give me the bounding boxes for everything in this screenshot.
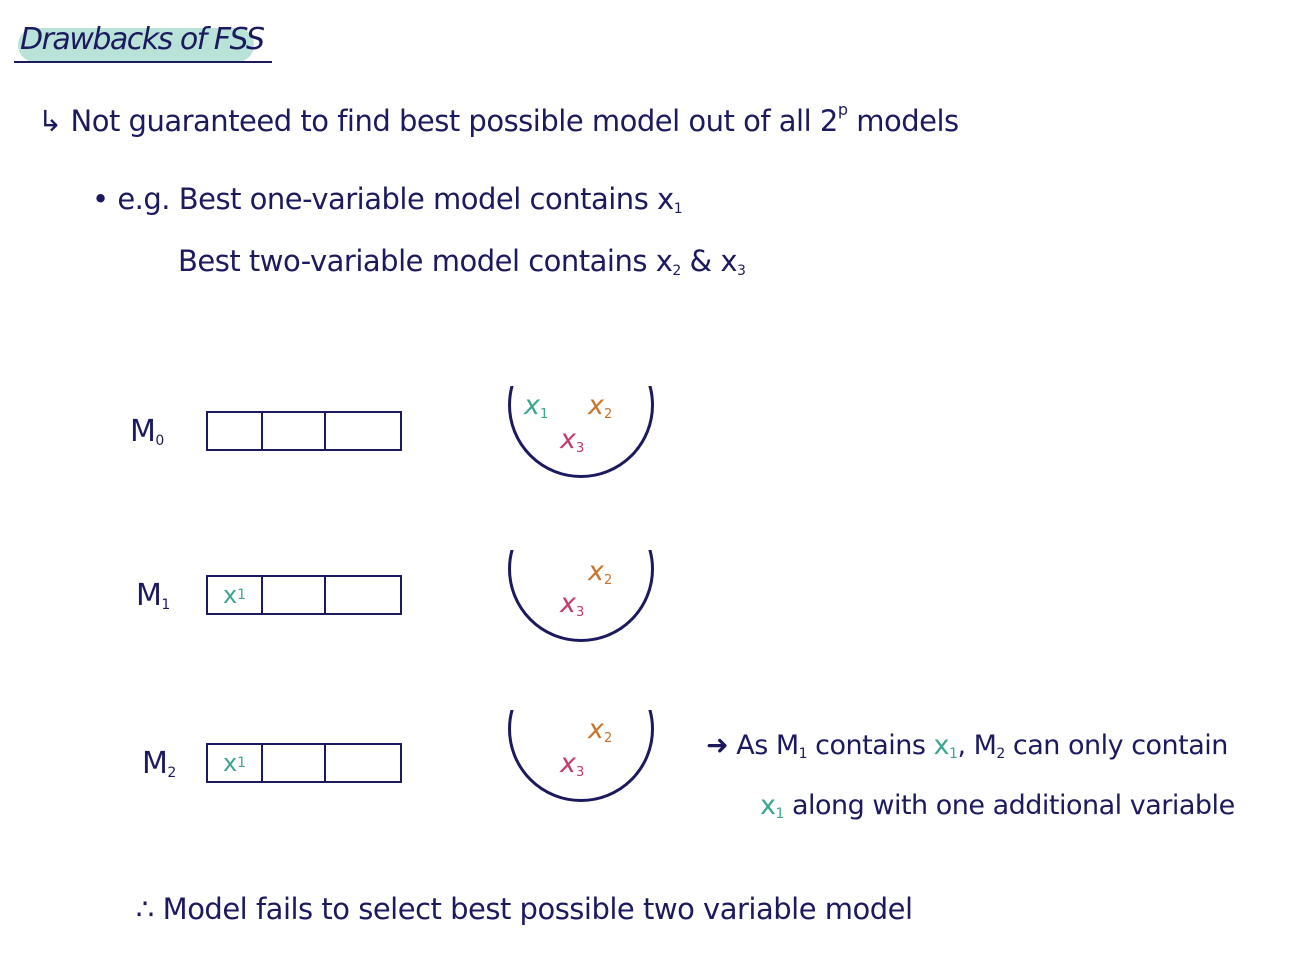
model-box-m1: x1: [206, 575, 402, 615]
model-box-cell: [263, 413, 326, 449]
page-title: Drawbacks of FSS: [14, 22, 272, 63]
note-line-1: ➜ As M1 contains x1, M2 can only contain: [706, 730, 1228, 762]
example-line2-sub-b: 3: [737, 263, 746, 279]
pool-var-x1: x1: [524, 390, 549, 422]
model-label-m1: M1: [136, 578, 170, 613]
pool-var-x2: x2: [588, 556, 613, 588]
pool-var-x3: x3: [560, 424, 585, 456]
model-box-cell-x1: x1: [208, 577, 263, 613]
title-block: Drawbacks of FSS: [14, 22, 272, 63]
model-box-cell: [208, 413, 263, 449]
model-label-m2: M2: [142, 746, 176, 781]
example-line2-sub-a: 2: [672, 263, 681, 279]
conclusion-text: Model fails to select best possible two …: [153, 892, 913, 926]
example-line1-sub: 1: [673, 201, 683, 217]
drawback-text-end: models: [847, 104, 959, 138]
model-box-cell-x1: x1: [208, 745, 263, 781]
arrow-right-icon: ➜: [706, 730, 729, 761]
example-line-2: Best two-variable model contains x2 & x3: [178, 244, 746, 279]
note-line-2: x1 along with one additional variable: [760, 790, 1235, 822]
model-box-m0: [206, 411, 402, 451]
drawback-text: Not guaranteed to find best possible mod…: [70, 104, 839, 138]
drawback-line: ↳ Not guaranteed to find best possible m…: [38, 100, 959, 138]
model-box-cell: [326, 745, 400, 781]
drawback-superscript: p: [837, 100, 848, 119]
example-line1-text: Best one-variable model contains x: [178, 182, 674, 216]
model-box-m2: x1: [206, 743, 402, 783]
pool-var-x2: x2: [588, 714, 613, 746]
variable-pool-bowl-m1: [508, 550, 654, 642]
hook-arrow-icon: ↳: [38, 104, 62, 138]
example-prefix: e.g.: [117, 182, 171, 216]
variable-pool-bowl-m2: [508, 710, 654, 802]
model-box-cell: [263, 745, 326, 781]
example-line2-text: Best two-variable model contains x: [178, 244, 673, 278]
model-label-m0: M0: [130, 414, 164, 449]
model-box-cell: [263, 577, 326, 613]
conclusion-line: ∴ Model fails to select best possible tw…: [136, 892, 913, 926]
model-box-cell: [326, 577, 400, 613]
pool-var-x3: x3: [560, 748, 585, 780]
note-x1: x1: [933, 730, 958, 762]
model-box-cell: [326, 413, 400, 449]
pool-var-x2: x2: [588, 390, 613, 422]
pool-var-x3: x3: [560, 588, 585, 620]
example-line-1: • e.g. Best one-variable model contains …: [92, 182, 683, 217]
example-line2-amp: & x: [680, 244, 737, 278]
bullet-icon: •: [92, 182, 109, 216]
therefore-icon: ∴: [136, 892, 154, 926]
note-x1: x1: [760, 790, 784, 822]
